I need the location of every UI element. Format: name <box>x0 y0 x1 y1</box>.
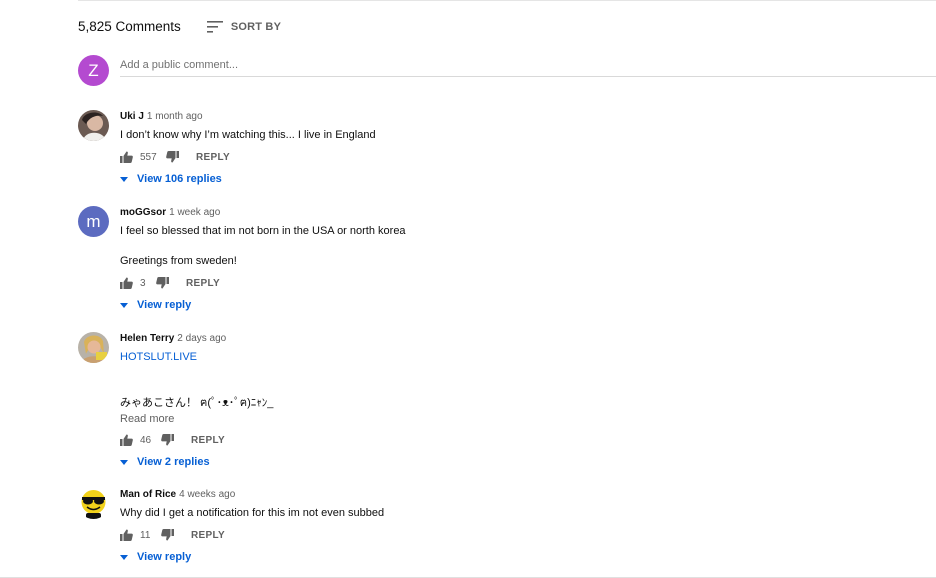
like-count: 3 <box>140 277 146 289</box>
avatar[interactable] <box>78 110 109 141</box>
view-replies-button[interactable]: View 106 replies <box>120 173 936 185</box>
view-replies-label: View 2 replies <box>137 456 210 468</box>
comment-text: I don’t know why I’m watching this... I … <box>120 129 376 141</box>
comment-count: 5,825 Comments <box>78 19 181 34</box>
like-count: 11 <box>140 529 151 541</box>
reply-button[interactable]: REPLY <box>186 278 220 289</box>
avatar[interactable] <box>78 332 109 363</box>
comment-author[interactable]: Helen Terry <box>120 333 174 344</box>
comments-header: 5,825 Comments SORT BY <box>78 19 281 34</box>
reply-button[interactable]: REPLY <box>191 530 225 541</box>
sort-by-button[interactable]: SORT BY <box>206 20 282 34</box>
like-count: 557 <box>140 151 157 163</box>
add-comment-input[interactable] <box>120 56 936 77</box>
comment-link[interactable]: HOTSLUT.LIVE <box>120 350 936 364</box>
sort-by-label: SORT BY <box>230 20 282 33</box>
like-icon[interactable] <box>120 277 133 289</box>
like-icon[interactable] <box>120 434 133 446</box>
like-icon[interactable] <box>120 151 133 163</box>
view-replies-label: View reply <box>137 551 192 563</box>
dislike-icon[interactable] <box>166 151 179 163</box>
user-photo-icon <box>78 332 109 363</box>
comment-text: Why did I get a notification for this im… <box>120 507 385 519</box>
like-count: 46 <box>140 434 152 446</box>
caret-down-icon <box>120 554 128 560</box>
user-photo-icon <box>78 110 109 141</box>
caret-down-icon <box>120 459 128 465</box>
dislike-icon[interactable] <box>161 434 174 446</box>
sort-icon <box>206 20 223 33</box>
add-comment-row: Z <box>78 55 936 87</box>
caret-down-icon <box>120 302 128 308</box>
dislike-icon[interactable] <box>161 529 174 541</box>
caret-down-icon <box>120 176 128 182</box>
comment-timestamp[interactable]: 1 week ago <box>169 207 220 218</box>
view-replies-button[interactable]: View reply <box>120 551 936 563</box>
read-more-link[interactable]: Read more <box>120 413 936 425</box>
comment-author[interactable]: moGGsor <box>120 207 166 218</box>
like-icon[interactable] <box>120 529 133 541</box>
comment-timestamp[interactable]: 2 days ago <box>177 333 226 344</box>
comment-text-line-2: Greetings from sweden! <box>120 255 237 267</box>
comment-text: I feel so blessed that im not born in th… <box>120 225 406 237</box>
avatar[interactable]: Z <box>78 55 109 86</box>
view-replies-button[interactable]: View reply <box>120 299 936 311</box>
emoji-sunglasses-icon <box>78 488 109 519</box>
comment-author[interactable]: Uki J <box>120 111 144 122</box>
comment-author[interactable]: Man of Rice <box>120 489 176 500</box>
avatar[interactable] <box>78 488 109 519</box>
reply-button[interactable]: REPLY <box>196 152 230 163</box>
comment-text: みゃあこさん！ ฅ(ﾟ･ᴥ･ﾟฅ)ﾆｬﾝ_ <box>120 397 274 409</box>
dislike-icon[interactable] <box>156 277 169 289</box>
comment-timestamp[interactable]: 4 weeks ago <box>179 489 235 500</box>
view-replies-button[interactable]: View 2 replies <box>120 456 936 468</box>
top-divider <box>78 0 936 1</box>
view-replies-label: View 106 replies <box>137 173 222 185</box>
view-replies-label: View reply <box>137 299 192 311</box>
reply-button[interactable]: REPLY <box>191 435 225 446</box>
comment-timestamp[interactable]: 1 month ago <box>147 111 203 122</box>
avatar[interactable]: m <box>78 206 109 237</box>
